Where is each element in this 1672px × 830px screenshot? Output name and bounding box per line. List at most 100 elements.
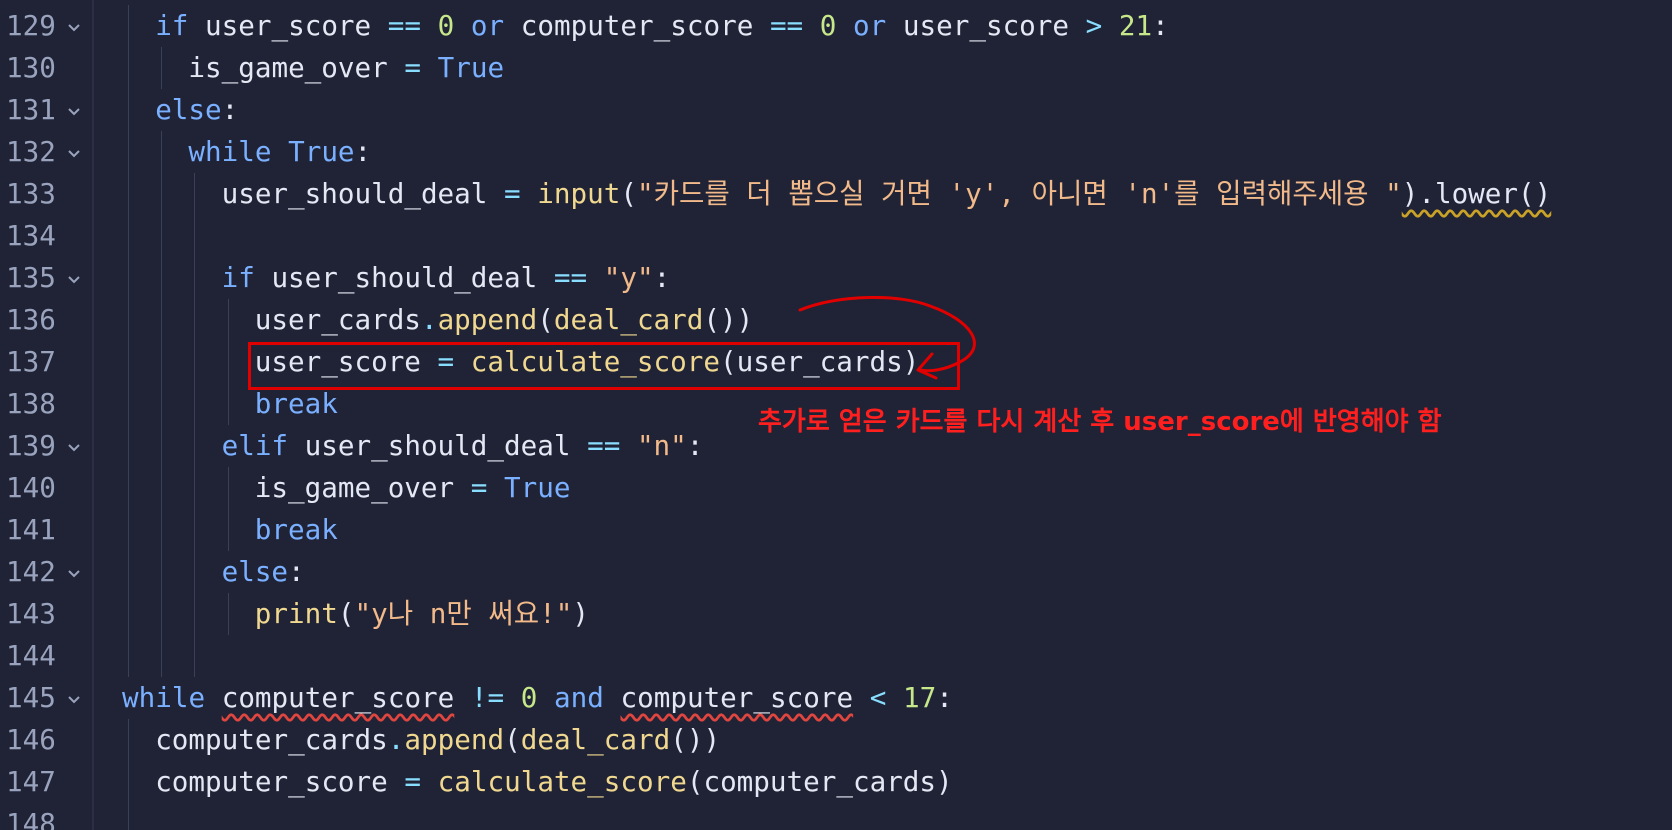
code-token: (computer_cards) (686, 765, 953, 798)
code-token: . (387, 723, 405, 756)
fold-chevron-icon[interactable] (66, 22, 82, 34)
indent-guide (161, 425, 163, 467)
fold-chevron-icon[interactable] (66, 148, 82, 160)
code-line[interactable]: 144 (0, 635, 1672, 677)
indent-guide (227, 467, 229, 509)
line-number: 142 (6, 555, 56, 588)
code-line[interactable]: 130 is_game_over = True (0, 47, 1672, 89)
indent-guide (227, 593, 229, 635)
code-line[interactable]: 141 break (0, 509, 1672, 551)
fold-chevron-icon[interactable] (66, 442, 82, 454)
code-token: append (437, 303, 538, 336)
code-token: "n" (636, 429, 687, 462)
code-token: append (404, 723, 505, 756)
indent-guide (128, 173, 129, 215)
indent-guide (128, 89, 129, 131)
code-line[interactable]: 142 else: (0, 551, 1672, 593)
code-text: computer_score = calculate_score(compute… (155, 761, 952, 803)
code-token: = (404, 51, 421, 84)
code-line[interactable]: 145 while computer_score != 0 and compute… (0, 677, 1672, 719)
line-number: 141 (6, 513, 56, 546)
code-token: ( (537, 303, 554, 336)
fold-chevron-icon[interactable] (66, 568, 82, 580)
line-number: 132 (6, 135, 56, 168)
code-token: True (288, 135, 355, 168)
code-token: deal_card (553, 303, 704, 336)
code-editor[interactable]: 129 if user_score == 0 or computer_score … (0, 0, 1672, 830)
code-line[interactable]: 148 (0, 803, 1672, 830)
code-token: if (155, 9, 189, 42)
indent-guide (128, 635, 129, 677)
fold-chevron-icon[interactable] (66, 106, 82, 118)
line-number: 135 (6, 261, 56, 294)
code-token: computer_score (221, 681, 455, 714)
line-number: 144 (6, 639, 56, 672)
code-line[interactable]: 143 print("y나 n만 써요!") (0, 593, 1672, 635)
code-line[interactable]: 131 else: (0, 89, 1672, 131)
code-text: computer_cards.append(deal_card()) (155, 719, 720, 761)
code-token: user_should_deal (288, 429, 588, 462)
code-token: while (188, 135, 272, 168)
code-line[interactable]: 129 if user_score == 0 or computer_score … (0, 5, 1672, 47)
code-token: : (221, 93, 239, 126)
indent-guide (227, 509, 229, 551)
code-token: "y" (603, 261, 654, 294)
indent-guide (128, 509, 129, 551)
code-line[interactable]: 147 computer_score = calculate_score(comp… (0, 761, 1672, 803)
indent-guide (227, 341, 229, 383)
code-line[interactable]: 132 while True: (0, 131, 1672, 173)
code-line[interactable]: 135 if user_should_deal == "y": (0, 257, 1672, 299)
code-line[interactable]: 133 user_should_deal = input("카드를 더 뽑으실 거… (0, 173, 1672, 215)
fold-chevron-icon[interactable] (66, 694, 82, 706)
indent-guide (194, 467, 196, 509)
code-token: 0 (819, 9, 837, 42)
line-number: 131 (6, 93, 56, 126)
code-text: is_game_over = True (188, 47, 504, 89)
indent-guide (128, 383, 129, 425)
code-token: is_game_over (188, 51, 405, 84)
code-token: True (504, 471, 571, 504)
code-line[interactable]: 146 computer_cards.append(deal_card()) (0, 719, 1672, 761)
indent-guide (161, 131, 163, 173)
indent-guide (128, 593, 129, 635)
code-token: ( (504, 723, 521, 756)
code-token: == (553, 261, 588, 294)
code-token: input (537, 177, 621, 210)
code-token: True (437, 51, 505, 84)
line-number: 136 (6, 303, 56, 336)
code-token: computer_cards (155, 723, 388, 756)
indent-guide (194, 257, 196, 299)
fold-chevron-icon[interactable] (66, 274, 82, 286)
code-token: = (470, 471, 488, 504)
line-number: 139 (6, 429, 56, 462)
code-token: computer_score (620, 681, 854, 714)
code-line[interactable]: 134 (0, 215, 1672, 257)
indent-guide (161, 257, 163, 299)
code-token: : (653, 261, 671, 294)
code-token: user_score (188, 9, 388, 42)
code-token: 21 (1118, 9, 1153, 42)
indent-guide (128, 761, 129, 803)
indent-guide (161, 215, 163, 257)
code-token: while (122, 681, 206, 714)
code-text: is_game_over = True (255, 467, 571, 509)
indent-guide (194, 551, 196, 593)
code-token: and (554, 681, 604, 714)
code-token: computer_score (155, 765, 405, 798)
indent-guide (161, 383, 163, 425)
code-line[interactable]: 140 is_game_over = True (0, 467, 1672, 509)
annotation-note: 추가로 얻은 카드를 다시 계산 후 user_score에 반영해야 함 (758, 407, 1442, 437)
code-token: ( (620, 177, 637, 210)
code-token: = (504, 177, 521, 210)
indent-guide (194, 215, 196, 257)
